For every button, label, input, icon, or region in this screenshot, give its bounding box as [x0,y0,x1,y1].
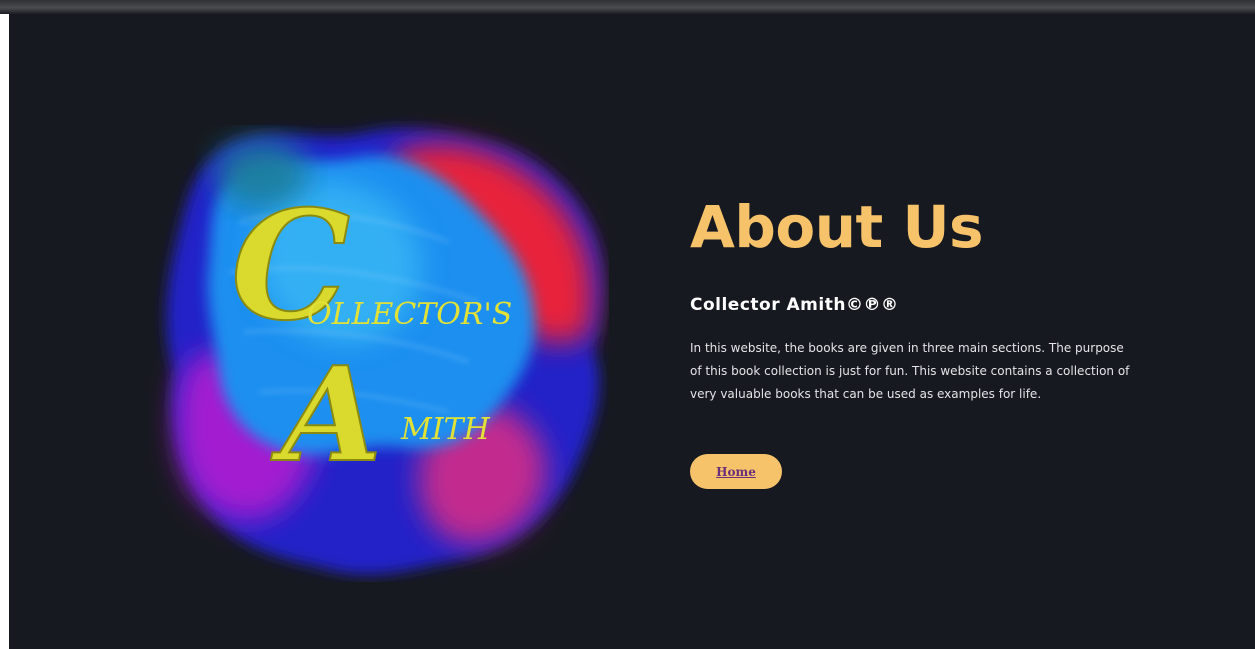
logo-word-ollectors: OLLECTOR'S [307,297,512,332]
about-content: About Us Collector Amith©℗® In this webs… [690,182,1140,406]
about-page: C OLLECTOR'S A MITH About Us Collector A… [9,14,1255,649]
logo-word-mith: MITH [400,412,491,447]
home-link[interactable]: Home [716,465,756,479]
page-title: About Us [690,193,984,261]
home-button[interactable]: Home [690,454,782,489]
browser-top-edge [0,0,1255,14]
about-description: In this website, the books are given in … [690,341,1130,401]
logo-initial-a: A [270,338,382,491]
collectors-amith-logo: C OLLECTOR'S A MITH [149,112,609,582]
brand-subtitle: Collector Amith©℗® [690,295,899,315]
paint-splash-logo-image: C OLLECTOR'S A MITH [166,128,603,575]
